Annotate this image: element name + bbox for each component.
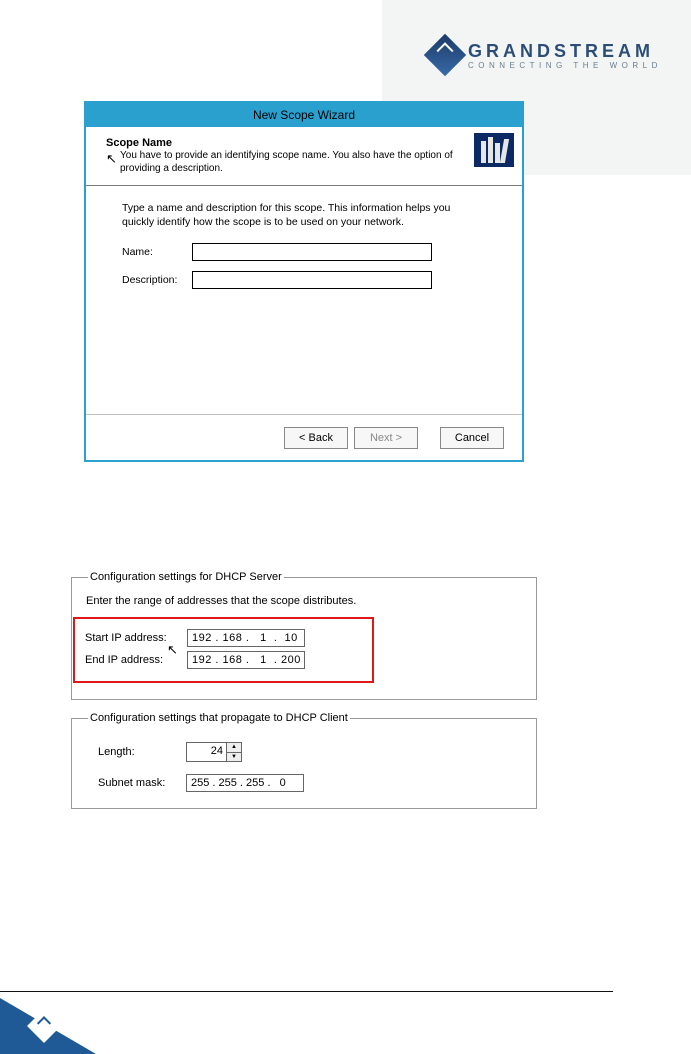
wizard-header: Scope Name You have to provide an identi…: [86, 127, 522, 186]
dhcp-server-fieldset: Configuration settings for DHCP Server E…: [71, 571, 537, 700]
stepper-up-icon[interactable]: ▲: [226, 743, 241, 753]
wizard-heading: Scope Name: [106, 137, 462, 149]
cursor-icon: ↖: [106, 151, 117, 167]
length-row: Length: 24 ▲ ▼: [98, 742, 524, 762]
length-value: 24: [211, 745, 223, 757]
description-input[interactable]: [192, 271, 432, 289]
next-button[interactable]: Next >: [354, 427, 418, 449]
description-label: Description:: [122, 274, 192, 286]
wizard-footer: < Back Next > Cancel: [86, 414, 522, 460]
dhcp-config-panel: ↖ Configuration settings for DHCP Server…: [71, 571, 537, 837]
dhcp-client-fieldset: Configuration settings that propagate to…: [71, 712, 537, 809]
brand-name: GRANDSTREAM: [468, 41, 662, 62]
brand-mark-icon: [424, 34, 466, 76]
highlighted-range-box: Start IP address: End IP address:: [73, 617, 374, 683]
range-text: Enter the range of addresses that the sc…: [86, 595, 524, 607]
brand-tagline: CONNECTING THE WORLD: [468, 61, 662, 70]
start-ip-input[interactable]: [187, 629, 305, 647]
back-button[interactable]: < Back: [284, 427, 348, 449]
cursor-icon: ↖: [167, 642, 178, 658]
new-scope-wizard-dialog: New Scope Wizard Scope Name You have to …: [84, 101, 524, 462]
name-field-row: Name:: [122, 243, 506, 261]
wizard-body-text: Type a name and description for this sco…: [122, 202, 462, 229]
length-stepper[interactable]: 24 ▲ ▼: [186, 742, 242, 762]
name-input[interactable]: [192, 243, 432, 261]
footer-rule: [0, 991, 613, 992]
wizard-books-icon: [474, 133, 514, 167]
brand-logo: GRANDSTREAM CONNECTING THE WORLD: [430, 40, 662, 70]
end-ip-row: End IP address:: [85, 651, 362, 669]
end-ip-input[interactable]: [187, 651, 305, 669]
subnet-mask-row: Subnet mask:: [98, 774, 524, 792]
wizard-title-bar: New Scope Wizard: [86, 103, 522, 127]
description-field-row: Description:: [122, 271, 506, 289]
dhcp-client-legend: Configuration settings that propagate to…: [88, 712, 350, 724]
start-ip-row: Start IP address:: [85, 629, 362, 647]
length-label: Length:: [98, 746, 186, 758]
wizard-body: Type a name and description for this sco…: [86, 186, 522, 315]
name-label: Name:: [122, 246, 192, 258]
wizard-heading-desc: You have to provide an identifying scope…: [120, 150, 462, 175]
subnet-mask-label: Subnet mask:: [98, 777, 186, 789]
subnet-mask-input[interactable]: [186, 774, 304, 792]
dhcp-server-legend: Configuration settings for DHCP Server: [88, 571, 284, 583]
stepper-down-icon[interactable]: ▼: [226, 753, 241, 762]
cancel-button[interactable]: Cancel: [440, 427, 504, 449]
